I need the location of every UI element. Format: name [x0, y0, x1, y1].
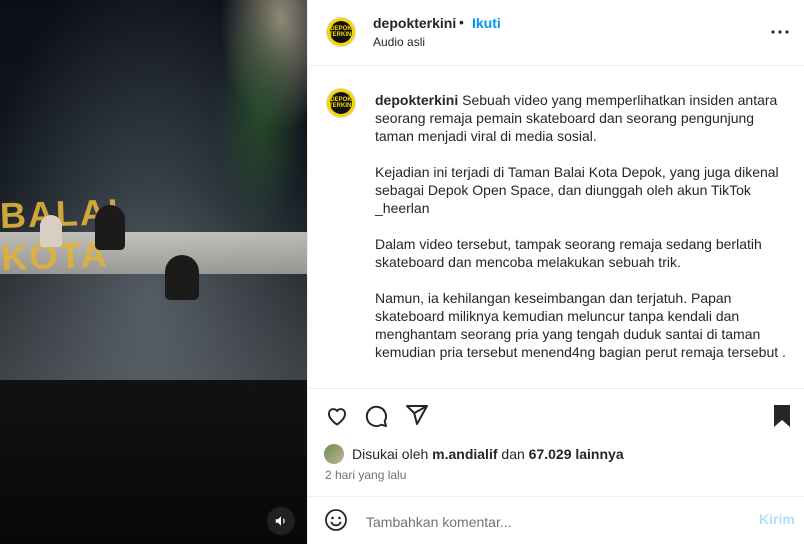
- caption-username[interactable]: depokterkini: [375, 92, 458, 108]
- caption-paragraph: Dalam video tersebut, tampak seorang rem…: [375, 236, 762, 270]
- more-options-button[interactable]: [768, 20, 792, 44]
- avatar[interactable]: DEPOK TERKINI: [326, 17, 356, 47]
- send-comment-button[interactable]: Kirim: [759, 511, 795, 527]
- caption-paragraph: Kejadian ini terjadi di Taman Balai Kota…: [375, 164, 779, 216]
- post-video[interactable]: BALAI KOTA: [0, 0, 307, 544]
- post-panel: DEPOK TERKINI depokterkini • Ikuti Audio…: [307, 0, 804, 544]
- more-icon: [771, 30, 789, 34]
- audio-label[interactable]: Audio asli: [373, 35, 425, 49]
- audio-icon: [275, 516, 285, 526]
- avatar-logo-text: DEPOK TERKINI: [329, 21, 353, 43]
- caption-paragraph: Namun, ia kehilangan keseimbangan dan te…: [375, 290, 786, 360]
- video-pool: [0, 380, 307, 544]
- caption-area: DEPOK TERKINI depokterkini Sebuah video …: [308, 66, 804, 388]
- post-date[interactable]: 2 hari yang lalu: [325, 468, 406, 482]
- header-username[interactable]: depokterkini: [373, 15, 456, 31]
- caption-paragraph: depokterkini Sebuah video yang memperlih…: [375, 91, 787, 145]
- follow-button[interactable]: Ikuti: [472, 15, 501, 31]
- header-separator: •: [459, 14, 464, 30]
- audio-toggle-button[interactable]: [267, 507, 295, 535]
- video-person-skater: [165, 255, 199, 300]
- video-person-sitting: [40, 215, 62, 247]
- likes-prefix: Disukai oleh: [352, 446, 429, 462]
- video-person-man: [95, 205, 125, 250]
- bookmark-icon: [774, 405, 790, 427]
- tree-decoration: [215, 0, 305, 230]
- emoji-icon: [325, 509, 347, 531]
- likes-row: Disukai oleh m.andialif dan 67.029 lainn…: [324, 441, 624, 467]
- likes-conjunction: dan: [501, 446, 525, 462]
- post-header: DEPOK TERKINI depokterkini • Ikuti Audio…: [308, 0, 804, 66]
- comment-button[interactable]: [362, 402, 390, 430]
- caption-avatar[interactable]: DEPOK TERKINI: [326, 88, 356, 118]
- comment-icon: [365, 405, 388, 428]
- caption-avatar-logo-text: DEPOK TERKINI: [329, 92, 353, 114]
- save-button[interactable]: [768, 402, 796, 430]
- share-button[interactable]: [403, 401, 431, 429]
- share-icon: [406, 405, 428, 425]
- video-sign-text: BALAI KOTA: [0, 190, 121, 279]
- comment-bar: Kirim: [308, 496, 804, 544]
- caption: depokterkini Sebuah video yang memperlih…: [375, 91, 787, 379]
- liker-username[interactable]: m.andialif: [432, 446, 497, 462]
- heart-icon: [328, 408, 346, 426]
- like-button[interactable]: [323, 402, 351, 430]
- emoji-button[interactable]: [324, 508, 348, 537]
- comment-input[interactable]: [364, 509, 748, 535]
- liker-avatar[interactable]: [324, 444, 344, 464]
- likes-count[interactable]: 67.029 lainnya: [529, 446, 624, 462]
